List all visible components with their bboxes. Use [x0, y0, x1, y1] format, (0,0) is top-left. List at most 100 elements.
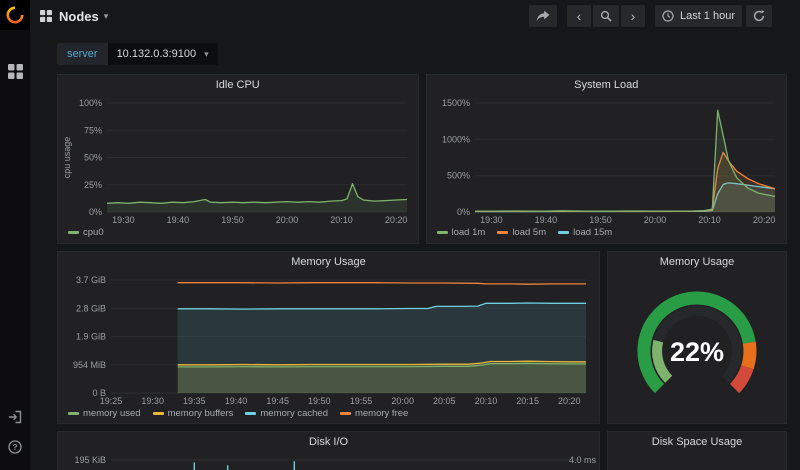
svg-text:75%: 75%: [84, 125, 102, 135]
svg-text:19:50: 19:50: [589, 215, 612, 225]
idle-cpu-chart[interactable]: 0% 25% 50% 75% 100% 19:30 19:40 19:50 20:00 20:10…: [59, 96, 417, 226]
panel-title[interactable]: Disk Space Usage: [608, 432, 786, 453]
svg-text:19:40: 19:40: [225, 396, 248, 406]
svg-text:25%: 25%: [84, 180, 102, 190]
svg-text:cpu usage: cpu usage: [62, 137, 72, 179]
disk-space-usage-body: [608, 453, 786, 470]
svg-text:50%: 50%: [84, 153, 102, 163]
panel-title[interactable]: Memory Usage: [58, 252, 599, 273]
panel-memory-usage: Memory Usage 0 B 954 MiB 1.9 GiB 2.8 GiB 3.7…: [57, 251, 600, 424]
legend-item-cpu0[interactable]: cpu0: [68, 227, 104, 238]
idle-cpu-legend: cpu0: [58, 226, 418, 241]
svg-text:20:00: 20:00: [391, 396, 414, 406]
svg-text:20:00: 20:00: [644, 215, 667, 225]
share-button[interactable]: [528, 5, 557, 27]
help-icon[interactable]: ?: [8, 440, 22, 459]
disk-io-chart[interactable]: 195 KiB 4.0 ms: [59, 453, 598, 470]
legend-label: memory free: [354, 408, 409, 419]
svg-text:20:15: 20:15: [516, 396, 539, 406]
caret-down-icon: ▾: [103, 10, 109, 21]
svg-text:954 MiB: 954 MiB: [73, 360, 106, 370]
panel-title[interactable]: Idle CPU: [58, 75, 418, 96]
panel-idle-cpu: Idle CPU 0% 25% 50% 75% 100% 19:30 19:40 19:50 2…: [57, 74, 419, 244]
caret-down-icon: ▾: [204, 48, 209, 59]
sign-in-icon[interactable]: [8, 410, 22, 429]
grafana-flame-icon: [6, 6, 24, 24]
svg-text:19:35: 19:35: [183, 396, 206, 406]
legend-label: load 15m: [573, 227, 613, 238]
svg-text:20:05: 20:05: [433, 396, 456, 406]
magnifier-icon: [600, 10, 612, 22]
svg-text:500%: 500%: [447, 171, 470, 181]
svg-text:19:45: 19:45: [266, 396, 289, 406]
legend-marker: [558, 231, 570, 234]
refresh-button[interactable]: [746, 5, 772, 27]
legend-label: cpu0: [83, 227, 104, 238]
memory-gauge-wrap: 22%: [608, 273, 786, 423]
time-forward-button[interactable]: ›: [620, 5, 645, 27]
time-back-button[interactable]: ‹: [566, 5, 591, 27]
dashboard-grid-icon: [40, 10, 52, 22]
svg-text:19:30: 19:30: [112, 215, 135, 225]
svg-text:1500%: 1500%: [442, 98, 470, 108]
svg-text:20:10: 20:10: [330, 215, 353, 225]
svg-text:19:50: 19:50: [308, 396, 331, 406]
legend-label: memory cached: [260, 408, 328, 419]
panel-title[interactable]: Memory Usage: [608, 252, 786, 273]
svg-text:1.9 GiB: 1.9 GiB: [76, 332, 106, 342]
legend-item-load-1m[interactable]: load 1m: [436, 227, 486, 238]
legend-item-memory-buffers[interactable]: memory buffers: [152, 408, 234, 419]
panel-title[interactable]: Disk I/O: [58, 432, 599, 453]
svg-text:4.0 ms: 4.0 ms: [569, 455, 597, 465]
grafana-logo-icon[interactable]: [0, 0, 30, 30]
dashboard-row-1: Idle CPU 0% 25% 50% 75% 100% 19:30 19:40 19:50 2…: [57, 74, 787, 244]
legend-item-memory-cached[interactable]: memory cached: [245, 408, 328, 419]
svg-text:20:10: 20:10: [475, 396, 498, 406]
svg-text:1000%: 1000%: [442, 134, 470, 144]
refresh-icon: [753, 10, 765, 22]
legend-label: memory used: [83, 408, 141, 419]
system-load-chart[interactable]: 0% 500% 1000% 1500% 19:30 19:40 19:50 20:00 20:1…: [427, 96, 785, 226]
panel-title[interactable]: System Load: [427, 75, 787, 96]
svg-text:19:55: 19:55: [350, 396, 373, 406]
svg-text:19:25: 19:25: [100, 396, 123, 406]
server-variable: server 10.132.0.3:9100 ▾: [57, 43, 218, 65]
panel-disk-io: Disk I/O 195 KiB4.0 ms readwritten: [57, 431, 600, 470]
share-icon: [536, 10, 550, 21]
svg-text:20:20: 20:20: [558, 396, 581, 406]
dashboard-title[interactable]: Nodes: [59, 9, 99, 24]
svg-text:2.8 GiB: 2.8 GiB: [76, 303, 106, 313]
svg-text:20:00: 20:00: [275, 215, 298, 225]
panel-disk-space-usage: Disk Space Usage: [607, 431, 787, 470]
svg-text:20:20: 20:20: [385, 215, 408, 225]
legend-marker: [152, 412, 164, 415]
legend-label: memory buffers: [167, 408, 234, 419]
memory-usage-chart[interactable]: 0 B954 MiB1.9 GiB2.8 GiB3.7 GiB19:25 19:3…: [59, 273, 598, 407]
top-bar: Nodes ▾ ‹ › Last 1 hour: [30, 0, 800, 32]
svg-text:20:20: 20:20: [753, 215, 776, 225]
server-variable-value[interactable]: 10.132.0.3:9100 ▾: [107, 43, 218, 65]
svg-text:20:10: 20:10: [698, 215, 721, 225]
svg-text:3.7 GiB: 3.7 GiB: [76, 275, 106, 285]
panel-memory-gauge: Memory Usage 22%: [607, 251, 787, 424]
zoom-out-button[interactable]: [592, 5, 619, 27]
legend-marker: [245, 412, 257, 415]
svg-text:19:30: 19:30: [141, 396, 164, 406]
legend-marker: [436, 231, 448, 234]
sidebar-dashboards-icon[interactable]: [7, 64, 23, 84]
svg-text:19:40: 19:40: [535, 215, 558, 225]
svg-text:100%: 100%: [79, 98, 102, 108]
header-controls: ‹ › Last 1 hour: [528, 5, 772, 27]
legend-label: load 1m: [451, 227, 486, 238]
legend-item-load-15m[interactable]: load 15m: [558, 227, 612, 238]
server-variable-value-text: 10.132.0.3:9100: [116, 48, 197, 60]
legend-item-memory-free[interactable]: memory free: [339, 408, 409, 419]
dashboard-content: server 10.132.0.3:9100 ▾ Idle CPU 0% 25% 5…: [30, 32, 800, 470]
legend-item-load-5m[interactable]: load 5m: [497, 227, 546, 238]
panel-system-load: System Load 0% 500% 1000% 1500% 19:30 19:40 19…: [425, 74, 787, 244]
dashboard-row-2: Memory Usage 0 B 954 MiB 1.9 GiB 2.8 GiB 3.7…: [57, 251, 787, 424]
legend-item-memory-used[interactable]: memory used: [68, 408, 141, 419]
legend-marker: [339, 412, 351, 415]
svg-text:0%: 0%: [457, 207, 470, 217]
time-range-button[interactable]: Last 1 hour: [654, 5, 742, 27]
